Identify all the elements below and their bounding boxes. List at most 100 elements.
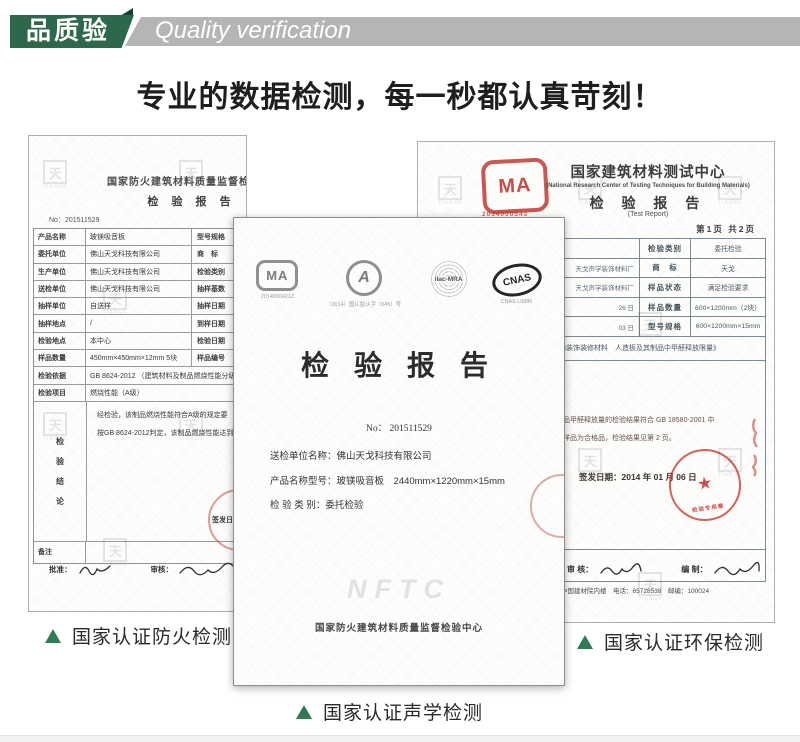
row-label: 检验类别	[640, 239, 691, 258]
quality-verification-section: 品质验证 Quality verification 专业的数据检测，每一秒都认真…	[0, 0, 800, 742]
fire-note-label: 备注	[34, 542, 86, 563]
row-label: 样品状态	[640, 278, 691, 297]
fire-report-number: No：201511529	[49, 215, 99, 225]
fire-table-row: 生产单位佛山天戈科技有限公司检验类别	[34, 264, 244, 281]
env-agency-name: 国家建筑材料测试中心	[523, 161, 773, 182]
acoustic-agency-footer: 国家防火建筑材料质量监督检验中心	[234, 620, 564, 634]
row-label: 抽样地点	[34, 315, 86, 331]
fire-table-row: 检验依据GB 8624-2012 （建筑材料及制品燃烧性能分级）	[34, 367, 244, 384]
fire-table-row: 抽样单位自送样抽样日期	[34, 298, 244, 315]
fire-table-row: 样品数量450mm×450mm×12mm 5块样品编号	[34, 350, 244, 367]
row-label: 样品数量	[34, 350, 86, 366]
env-page-info: 第1页 共2页	[696, 223, 756, 235]
conclusion-label-char: 验	[56, 456, 64, 467]
fire-conclusion-row: 检验结论 经检验，该制品燃烧性能符合A级的规定要 按GB 8624-2012判定…	[34, 402, 244, 542]
caption-label: 国家认证环保检测	[604, 628, 764, 655]
fire-report-table: 产品名称玻镁吸音板型号规格委托单位佛山天戈科技有限公司商 标生产单位佛山天戈科技…	[33, 228, 245, 564]
cnas-logo-icon: CNAS	[489, 259, 545, 301]
env-report-title: 检 验 报 告	[528, 193, 768, 213]
env-conclusion-line1: 送检样品甲醛释放量的检验结果符合 GB 18580-2001 中	[542, 415, 714, 425]
conclusion-label-char: 结	[56, 476, 64, 487]
ilac-mra-logo-icon: ilac-MRA	[430, 260, 468, 298]
cal-logo: A （2014）国认监认字（045）号	[322, 260, 405, 308]
fire-report-title: 检 验 报 告	[109, 193, 247, 209]
row-label: 委托单位	[34, 246, 86, 262]
stamp-text: 检验专用章	[674, 499, 742, 516]
row-label: 商 标	[640, 259, 691, 278]
row-value: GB 8624-2012 （建筑材料及制品燃烧性能分级）	[86, 367, 244, 383]
ribbon-fold-icon	[120, 8, 133, 16]
acoustic-partial-stamp-icon	[530, 474, 565, 538]
row-label: 检验依据	[34, 367, 86, 383]
row-label: 检验地点	[34, 333, 86, 349]
env-compiler-signature	[713, 561, 761, 577]
caption-label: 国家认证防火检测	[72, 622, 232, 649]
acoustic-product-line: 产品名称型号：玻镁吸音板 2440mm×1220mm×15mm	[270, 473, 505, 487]
fire-table-row: 委托单位佛山天戈科技有限公司商 标	[34, 246, 244, 263]
cal-logo-icon: A	[346, 260, 382, 296]
triangle-icon	[296, 705, 312, 719]
row-label: 检验项目	[34, 385, 86, 401]
fire-conclusion-line2: 按GB 8624-2012判定，该制品燃烧性能达到	[97, 428, 234, 438]
section-subtitle: Quality verification	[125, 17, 800, 46]
certificate-fire-report: 国家防火建筑材料质量监督检验中心 检 验 报 告 No：201511529 产品…	[28, 135, 247, 612]
section-divider	[0, 735, 800, 742]
ilac-label: ilac-MRA	[434, 276, 464, 283]
row-value: 委托检验	[691, 239, 765, 258]
caption-acoustic-certified: 国家认证声学检测	[296, 698, 483, 725]
row-value: 佛山天戈科技有限公司	[86, 246, 192, 262]
cal-number: （2014）国认监认字（045）号	[326, 299, 401, 307]
row-label: 样品数量	[640, 298, 691, 317]
watermark-brand: TIANGE	[638, 596, 663, 602]
watermark-char: 天	[438, 176, 462, 200]
acoustic-report-number: No： 201511529	[234, 420, 564, 434]
fire-note-row: 备注	[34, 542, 244, 563]
fire-table-rows: 产品名称玻镁吸音板型号规格委托单位佛山天戈科技有限公司商 标生产单位佛山天戈科技…	[34, 229, 244, 402]
caption-environment-certified: 国家认证环保检测	[577, 628, 764, 655]
row-label: 抽样单位	[34, 298, 86, 314]
acoustic-client-line: 送检单位名称：佛山天戈科技有限公司	[270, 448, 432, 462]
conclusion-label-char: 检	[56, 436, 64, 447]
certificate-acoustic-report: MA 2014000421Z A （2014）国认监认字（045）号 ilac-…	[233, 217, 565, 686]
row-value: 玻镁吸音板	[86, 229, 192, 245]
env-red-stamp-icon: ★ 检验专用章	[664, 444, 745, 525]
conclusion-label-char: 论	[56, 496, 64, 507]
tiange-watermark-icon: 天TIANGE	[438, 176, 463, 206]
fire-table-row: 送检单位佛山天戈科技有限公司抽样基数	[34, 281, 244, 298]
caption-fire-certified: 国家认证防火检测	[45, 622, 232, 649]
fire-table-row: 产品名称玻镁吸音板型号规格	[34, 229, 244, 246]
ilac-logo: ilac-MRA	[430, 260, 468, 298]
triangle-icon	[45, 629, 61, 643]
acoustic-nftc-watermark: NFTC	[234, 574, 564, 605]
row-label: 生产单位	[34, 264, 86, 280]
fire-conclusion-body: 经检验，该制品燃烧性能符合A级的规定要 按GB 8624-2012判定，该制品燃…	[87, 402, 244, 541]
env-agency-name-en: (National Research Center of Testing Tec…	[528, 182, 767, 188]
cma-number: 2014000421Z	[261, 294, 294, 299]
fire-review-label: 审核：	[151, 564, 174, 575]
fire-conclusion-line1: 经检验，该制品燃烧性能符合A级的规定要	[97, 410, 228, 420]
reviewer-signature	[178, 561, 238, 577]
row-value: 450mm×450mm×12mm 5块	[86, 350, 192, 366]
watermark-brand: TIANGE	[43, 184, 68, 190]
row-value: 天戈	[691, 259, 765, 278]
caption-label: 国家认证声学检测	[323, 698, 483, 725]
env-address-line: 管庄中国建材院内楼 电话：65728538 邮编：100024	[548, 585, 709, 595]
row-value: 自送样	[86, 298, 192, 314]
acoustic-report-title: 检 验 报 告	[234, 344, 564, 384]
env-edge-seal-marks	[748, 417, 762, 477]
stamp-star-icon: ★	[696, 473, 714, 495]
fire-table-row: 检验项目燃烧性能（A级）	[34, 385, 244, 402]
row-value: /	[86, 315, 192, 331]
row-label: 型号规格	[640, 317, 691, 336]
cma-logo: MA 2014000421Z	[256, 260, 298, 300]
row-value: 佛山天戈科技有限公司	[86, 281, 192, 297]
row-value: 本中心	[86, 333, 192, 349]
approver-signature	[77, 562, 113, 576]
env-reviewer-signature	[599, 562, 643, 577]
row-label: 产品名称	[34, 229, 86, 245]
watermark-brand: TIANGE	[438, 200, 463, 206]
acoustic-category-line: 检 验 类 别：委托检验	[270, 497, 363, 511]
fire-table-row: 抽样地点/到样日期	[34, 315, 244, 332]
row-value: 600×1200mm×15mm	[691, 317, 765, 336]
fire-agency-name: 国家防火建筑材料质量监督检验中心	[107, 173, 247, 188]
